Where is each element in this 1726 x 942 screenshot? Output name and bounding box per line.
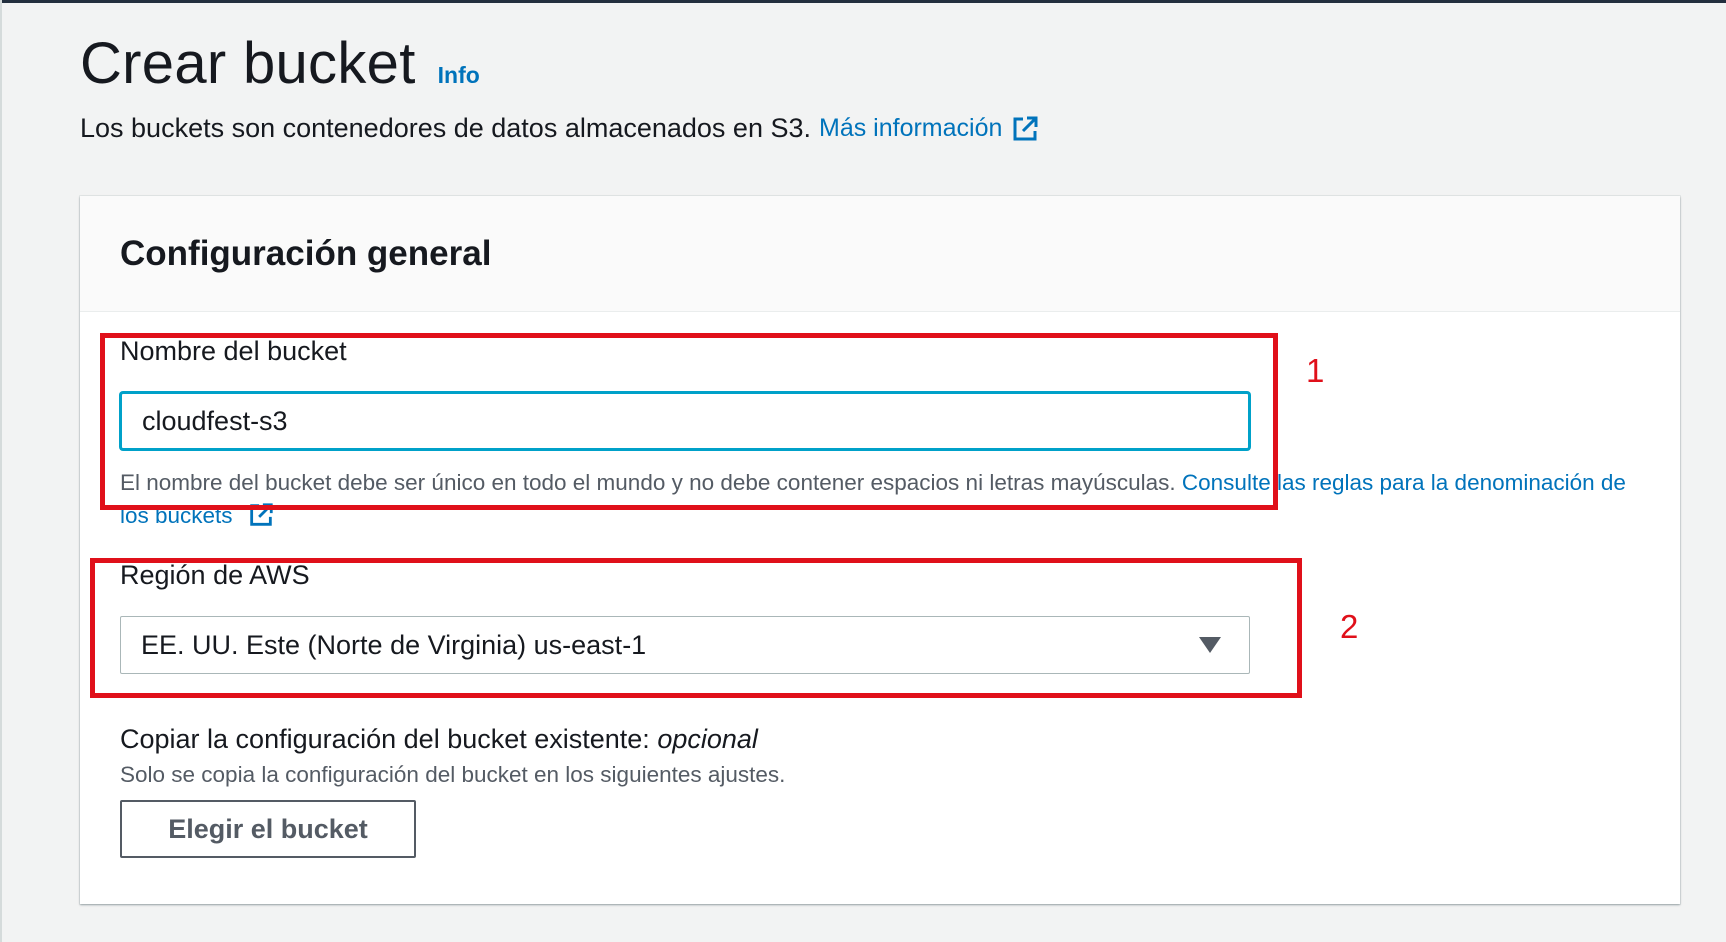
copy-settings-description: Solo se copia la configuración del bucke…: [120, 762, 786, 787]
annotation-marker-2: 2: [1340, 608, 1359, 645]
external-link-icon: [1013, 116, 1038, 140]
top-border: [0, 0, 1726, 3]
panel-title: Configuración general: [120, 234, 492, 273]
annotation-marker-1: 1: [1306, 352, 1325, 389]
copy-settings-label: Copiar la configuración del bucket exist…: [120, 724, 758, 755]
page-title: Crear bucket: [80, 31, 416, 96]
page-description-row: Los buckets son contenedores de datos al…: [80, 113, 1040, 144]
annotation-box-1: [100, 333, 1278, 510]
more-info-link[interactable]: Más información: [819, 114, 1040, 144]
general-config-panel: Configuración general Nombre del bucket …: [80, 196, 1680, 904]
page-header: Crear bucket Info Los buckets son conten…: [80, 30, 1040, 144]
panel-header: Configuración general: [80, 196, 1680, 312]
info-link[interactable]: Info: [438, 62, 480, 89]
left-border: [0, 0, 2, 942]
choose-bucket-button[interactable]: Elegir el bucket: [120, 800, 416, 858]
copy-settings-label-text: Copiar la configuración del bucket exist…: [120, 724, 650, 754]
optional-marker: opcional: [657, 724, 758, 754]
page-title-row: Crear bucket Info: [80, 30, 1040, 97]
annotation-box-2: [90, 558, 1302, 698]
more-info-label: Más información: [819, 114, 1003, 142]
page-description: Los buckets son contenedores de datos al…: [80, 113, 811, 143]
